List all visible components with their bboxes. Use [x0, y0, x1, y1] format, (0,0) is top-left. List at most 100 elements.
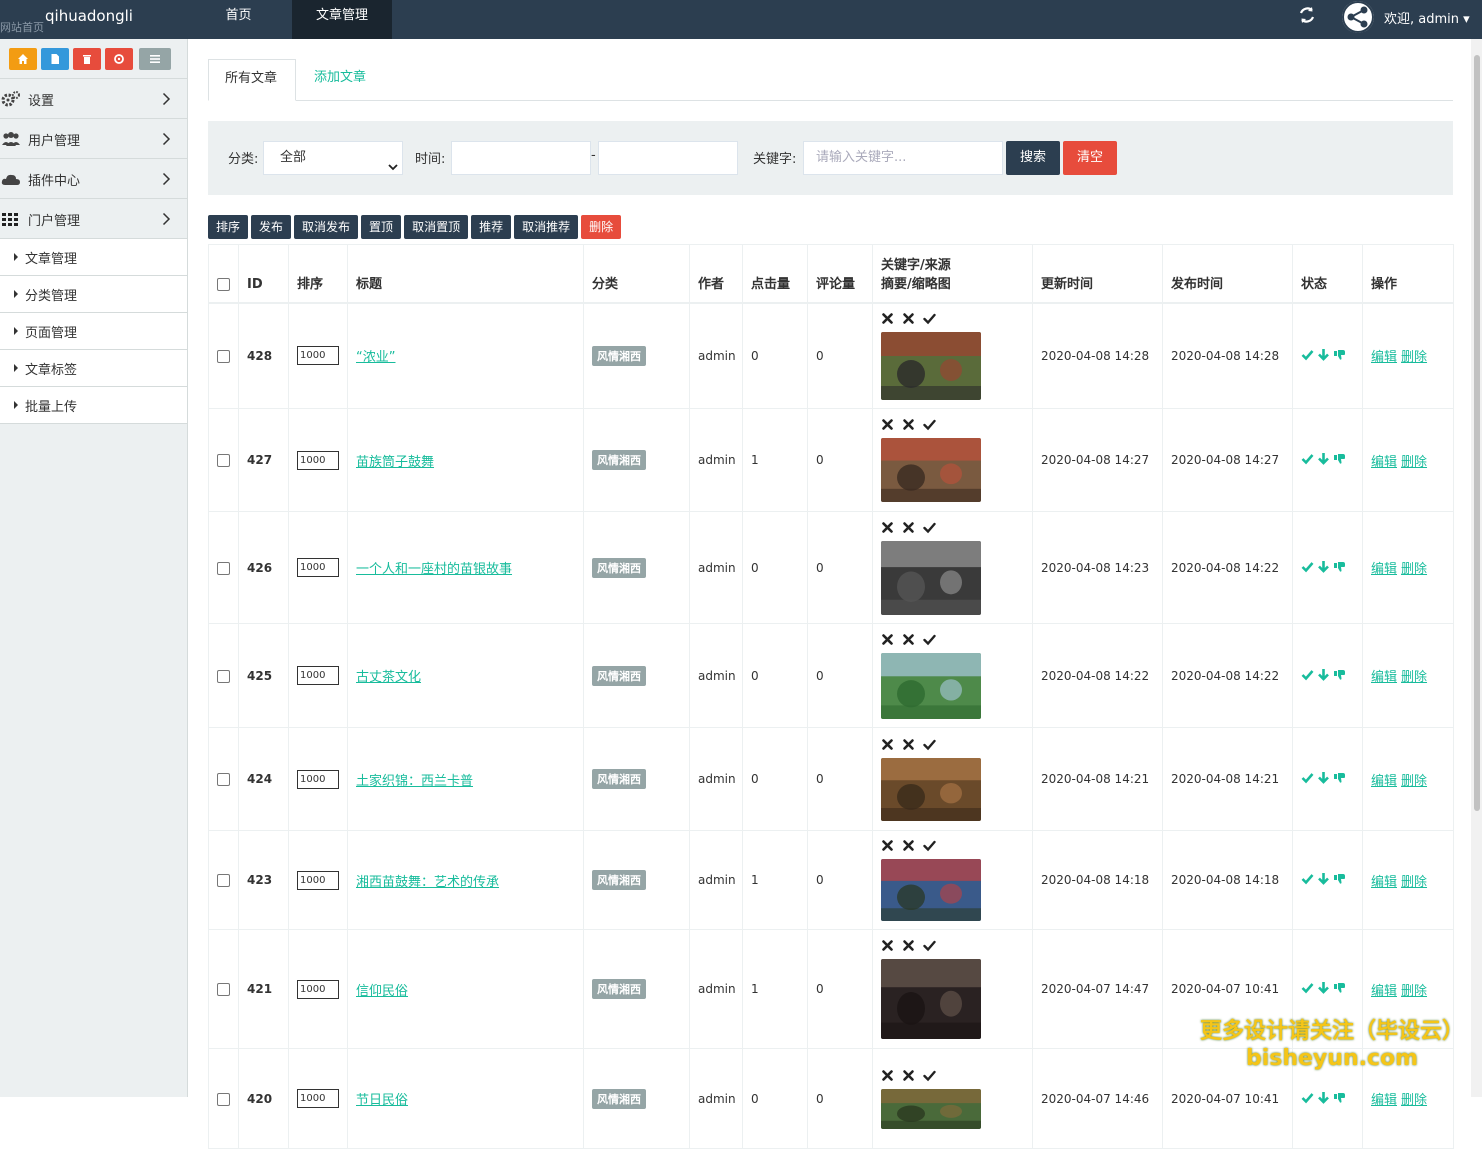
sidebar-item-label: 用户管理 — [28, 134, 81, 149]
sidebar-subitem-batch-upload[interactable]: 批量上传 — [0, 386, 187, 423]
sidebar-item-settings[interactable]: 设置 — [0, 78, 187, 118]
unpublish-button[interactable]: 取消发布 — [294, 215, 359, 239]
clear-button[interactable]: 清空 — [1063, 141, 1117, 175]
article-thumbnail[interactable] — [881, 438, 981, 502]
article-title-link[interactable]: “浓业” — [356, 350, 395, 365]
keyword-input[interactable]: 请输入关键字... — [803, 141, 1003, 175]
order-input[interactable]: 1000 — [297, 558, 339, 577]
row-id: 425 — [238, 623, 289, 728]
order-input[interactable]: 1000 — [297, 666, 339, 685]
delete-link[interactable]: 删除 — [1401, 774, 1427, 789]
article-thumbnail[interactable] — [881, 959, 981, 1039]
tab-all-articles[interactable]: 所有文章 — [208, 59, 296, 101]
article-thumbnail[interactable] — [881, 540, 981, 615]
edit-link[interactable]: 编辑 — [1371, 875, 1397, 890]
sort-button[interactable]: 排序 — [208, 215, 249, 239]
article-thumbnail[interactable] — [881, 859, 981, 921]
end-time-input[interactable] — [598, 141, 738, 175]
sidebar-subitem-articles[interactable]: 文章管理 — [0, 238, 187, 275]
sidebar-item-portal[interactable]: 门户管理 — [0, 198, 187, 238]
brand-name[interactable]: qihuadongli — [45, 7, 133, 25]
row-checkbox[interactable] — [217, 561, 230, 575]
row-checkbox[interactable] — [217, 983, 230, 996]
order-input[interactable]: 1000 — [297, 769, 339, 789]
edit-link[interactable]: 编辑 — [1371, 670, 1397, 685]
delete-link[interactable]: 删除 — [1401, 1093, 1427, 1108]
edit-link[interactable]: 编辑 — [1371, 774, 1397, 789]
delete-link[interactable]: 删除 — [1401, 984, 1427, 999]
sidebar-item-label: 设置 — [28, 94, 55, 109]
delete-link[interactable]: 删除 — [1401, 670, 1427, 685]
order-input[interactable]: 1000 — [297, 870, 339, 890]
list-icon[interactable] — [139, 48, 171, 70]
home-icon[interactable] — [9, 48, 37, 70]
article-title-link[interactable]: 一个人和一座村的苗银故事 — [356, 562, 512, 577]
order-input[interactable]: 1000 — [297, 979, 339, 999]
delete-link[interactable]: 删除 — [1401, 350, 1427, 365]
edit-link[interactable]: 编辑 — [1371, 1093, 1397, 1108]
category-badge: 风情湘西 — [592, 557, 646, 578]
row-checkbox[interactable] — [217, 773, 230, 786]
sidebar-subitem-tags[interactable]: 文章标签 — [0, 349, 187, 386]
delete-link[interactable]: 删除 — [1401, 455, 1427, 470]
unrecommend-button[interactable]: 取消推荐 — [514, 215, 579, 239]
published-check-icon — [1301, 560, 1314, 576]
row-order-cell: 1000 — [288, 408, 348, 512]
row-comments: 0 — [807, 830, 873, 930]
recycle-icon[interactable] — [105, 48, 133, 70]
nav-article-management[interactable]: 文章管理 — [292, 0, 393, 39]
col-header-status: 状态 — [1292, 244, 1363, 304]
unpin-button[interactable]: 取消置顶 — [404, 215, 469, 239]
article-thumbnail[interactable] — [881, 652, 981, 719]
row-hits: 0 — [742, 623, 808, 728]
order-input[interactable]: 1000 — [297, 1089, 339, 1108]
edit-link[interactable]: 编辑 — [1371, 984, 1397, 999]
article-title-link[interactable]: 信仰民俗 — [356, 984, 408, 999]
edit-link[interactable]: 编辑 — [1371, 562, 1397, 577]
row-checkbox[interactable] — [217, 349, 230, 363]
has-thumbnail-icon — [923, 633, 936, 649]
order-input[interactable]: 1000 — [297, 346, 339, 366]
avatar-share-icon[interactable] — [1342, 1, 1374, 33]
trash-icon[interactable] — [73, 48, 101, 70]
category-select[interactable]: 全部 — [263, 141, 403, 175]
page-scrollbar[interactable] — [1471, 39, 1482, 1097]
article-title-link[interactable]: 古丈茶文化 — [356, 670, 421, 685]
sidebar-item-plugins[interactable]: 插件中心 — [0, 158, 187, 198]
refresh-icon[interactable] — [1298, 6, 1316, 24]
article-thumbnail[interactable] — [881, 1088, 981, 1129]
pin-button[interactable]: 置顶 — [361, 215, 402, 239]
row-checkbox[interactable] — [217, 454, 230, 467]
row-checkbox[interactable] — [217, 1092, 230, 1106]
delete-button[interactable]: 删除 — [581, 215, 622, 239]
search-button[interactable]: 搜索 — [1006, 141, 1060, 175]
table-header-row: ID 排序 标题 分类 作者 点击量 评论量 关键字/来源 摘要/缩略图 更新时间… — [208, 244, 1454, 304]
delete-link[interactable]: 删除 — [1401, 875, 1427, 890]
article-title-link[interactable]: 苗族筒子鼓舞 — [356, 455, 434, 470]
order-input[interactable]: 1000 — [297, 450, 339, 470]
user-menu[interactable]: 欢迎, admin ▾ — [1384, 8, 1470, 27]
file-icon[interactable] — [41, 48, 69, 70]
start-time-input[interactable] — [451, 141, 591, 175]
edit-link[interactable]: 编辑 — [1371, 350, 1397, 365]
sidebar-subitem-pages[interactable]: 页面管理 — [0, 312, 187, 349]
article-title-link[interactable]: 节日民俗 — [356, 1093, 408, 1108]
tab-add-article[interactable]: 添加文章 — [298, 59, 382, 101]
article-thumbnail[interactable] — [881, 331, 981, 400]
nav-home[interactable]: 首页 — [185, 0, 292, 39]
recommend-button[interactable]: 推荐 — [471, 215, 512, 239]
edit-link[interactable]: 编辑 — [1371, 455, 1397, 470]
sidebar-item-users[interactable]: 用户管理 — [0, 118, 187, 158]
scrollbar-thumb[interactable] — [1474, 55, 1480, 811]
published-check-icon — [1301, 872, 1314, 888]
row-order-cell: 1000 — [288, 302, 348, 409]
row-checkbox[interactable] — [217, 874, 230, 887]
article-thumbnail[interactable] — [881, 757, 981, 821]
select-all-checkbox[interactable] — [217, 277, 230, 291]
article-title-link[interactable]: 土家织锦：西兰卡普 — [356, 774, 473, 789]
publish-button[interactable]: 发布 — [251, 215, 292, 239]
sidebar-subitem-categories[interactable]: 分类管理 — [0, 275, 187, 312]
row-checkbox[interactable] — [217, 669, 230, 683]
delete-link[interactable]: 删除 — [1401, 562, 1427, 577]
article-title-link[interactable]: 湘西苗鼓舞：艺术的传承 — [356, 875, 499, 890]
